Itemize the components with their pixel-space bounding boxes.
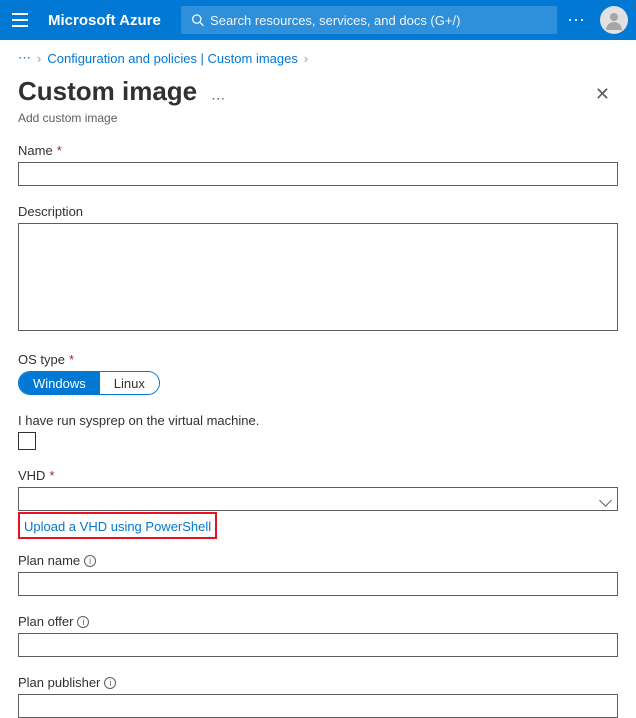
upload-vhd-link[interactable]: Upload a VHD using PowerShell <box>20 516 215 537</box>
more-icon[interactable]: ⋯ <box>567 10 586 31</box>
description-input[interactable] <box>18 223 618 331</box>
upload-link-highlight: Upload a VHD using PowerShell <box>18 512 217 539</box>
search-input[interactable] <box>210 13 547 28</box>
ostype-windows-button[interactable]: Windows <box>19 372 100 394</box>
chevron-right-icon: › <box>304 51 308 66</box>
vhd-select[interactable] <box>18 487 618 511</box>
close-icon[interactable]: ✕ <box>587 80 618 109</box>
sysprep-label: I have run sysprep on the virtual machin… <box>18 413 618 428</box>
top-bar: Microsoft Azure ⋯ <box>0 0 636 40</box>
breadcrumb-link[interactable]: Configuration and policies | Custom imag… <box>47 51 298 66</box>
info-icon[interactable]: i <box>104 677 116 689</box>
page-subtitle: Add custom image <box>0 111 636 143</box>
search-icon <box>191 13 204 27</box>
ostype-label: OS type* <box>18 352 618 367</box>
sysprep-checkbox[interactable] <box>18 432 36 450</box>
plan-offer-input[interactable] <box>18 633 618 657</box>
breadcrumb: ⋯ › Configuration and policies | Custom … <box>0 40 636 70</box>
avatar[interactable] <box>600 6 628 34</box>
plan-publisher-label: Plan publisher i <box>18 675 618 690</box>
plan-offer-label: Plan offer i <box>18 614 618 629</box>
form: Name* Description OS type* Windows Linux… <box>0 143 636 718</box>
page-title: Custom image <box>18 76 197 107</box>
vhd-label: VHD* <box>18 468 618 483</box>
global-search[interactable] <box>181 6 557 34</box>
name-label: Name* <box>18 143 618 158</box>
chevron-right-icon: › <box>37 51 41 66</box>
user-icon <box>604 10 624 30</box>
plan-name-input[interactable] <box>18 572 618 596</box>
plan-publisher-input[interactable] <box>18 694 618 718</box>
plan-name-label: Plan name i <box>18 553 618 568</box>
name-input[interactable] <box>18 162 618 186</box>
description-label: Description <box>18 204 618 219</box>
ostype-linux-button[interactable]: Linux <box>100 372 159 394</box>
ostype-toggle: Windows Linux <box>18 371 160 395</box>
info-icon[interactable]: i <box>77 616 89 628</box>
breadcrumb-more-icon[interactable]: ⋯ <box>18 50 31 66</box>
brand-label[interactable]: Microsoft Azure <box>48 12 161 29</box>
info-icon[interactable]: i <box>84 555 96 567</box>
page-header: Custom image ⋯ ✕ <box>0 70 636 111</box>
hamburger-menu-icon[interactable] <box>8 8 32 32</box>
title-more-icon[interactable]: ⋯ <box>211 90 225 107</box>
